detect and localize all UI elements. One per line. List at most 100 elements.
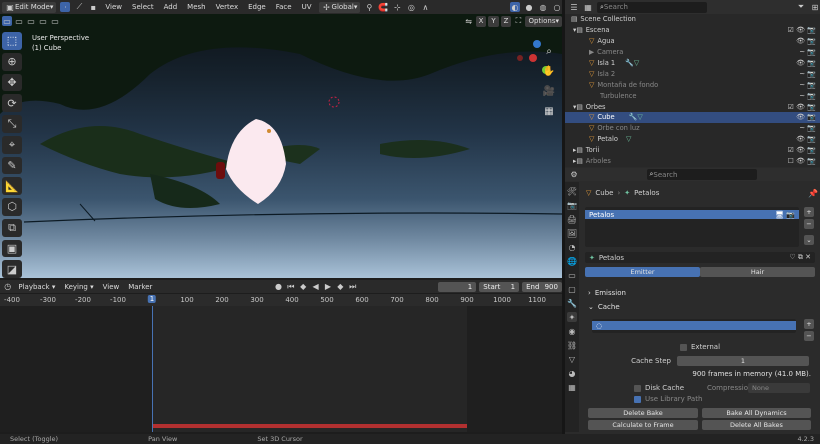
row-toggles[interactable]: ~ 📷 [799,48,816,56]
visibility-icons[interactable]: 🖥 📷 [775,211,795,219]
outliner-row-orbes[interactable]: ▾ ▤ Orbes ☑ 👁 📷 [565,101,820,112]
bake-all-dynamics-button[interactable]: Bake All Dynamics [702,408,811,418]
cache-list[interactable]: ◌ [592,319,796,333]
end-frame-field[interactable]: End 900 [522,281,562,292]
overlay-icon[interactable]: ◐ [510,2,520,12]
row-toggles[interactable]: ~ 📷 [799,81,816,89]
timeline-area[interactable] [0,306,562,432]
falloff-icon[interactable]: ∧ [420,2,430,12]
menu-marker[interactable]: Marker [125,283,155,291]
output-tab-icon[interactable]: 🖨 [567,214,577,224]
snap-target-icon[interactable]: ⊹ [392,2,402,12]
measure-tool-icon[interactable]: 📐 [2,177,22,195]
remove-slot-button[interactable]: − [804,219,814,229]
menu-face[interactable]: Face [273,3,295,11]
row-toggles[interactable]: ☑ 👁 📷 [788,26,816,34]
snap-icon[interactable]: 🧲 [378,2,388,12]
play-reverse-icon[interactable]: ◀ [311,282,320,292]
outliner-row-petalo[interactable]: ▽ Petalo ▽ 👁 📷 [565,134,820,145]
delete-all-bakes-button[interactable]: Delete All Bakes [702,420,811,430]
area-divider[interactable] [562,0,565,434]
outliner-row-torii[interactable]: ▸ ▤ Torii ☑ 👁 📷 [565,145,820,156]
transform-tool-icon[interactable]: ⌖ [2,135,22,154]
timeline-ruler[interactable]: -400 -300 -200 -100 1 100 200 300 400 50… [0,294,562,306]
outliner-search-input[interactable]: ⌕ Search [597,1,707,13]
tab-hair[interactable]: Hair [700,267,815,277]
scene-tab-icon[interactable]: ◔ [567,242,577,252]
row-toggles[interactable]: ~ 📷 [799,70,816,78]
scale-tool-icon[interactable]: ⤡ [2,115,22,133]
filter-icon[interactable]: ⏷ [796,2,806,12]
external-checkbox[interactable] [680,343,687,351]
particle-system-list[interactable]: Petalos 🖥 📷 [585,207,799,247]
row-toggles[interactable]: 👁 📷 [796,59,816,67]
bevel-tool-icon[interactable]: ◪ [2,260,22,278]
shading-solid-icon[interactable]: ● [524,2,534,12]
next-key-icon[interactable]: ◆ [336,282,345,292]
clock-icon[interactable]: ◷ [3,282,12,292]
options-dropdown[interactable]: Options ▾ [525,15,562,27]
menu-mesh[interactable]: Mesh [184,3,208,11]
add-cube-tool-icon[interactable]: ⬡ [2,198,22,216]
menu-add[interactable]: Add [161,3,181,11]
row-toggles[interactable]: ☐ 👁 📷 [788,157,816,165]
outliner-editor-icon[interactable]: ☰ [569,2,579,12]
outliner-row-cube[interactable]: ▽ Cube 🔧▽ 👁 📷 [565,112,820,123]
move-tool-icon[interactable]: ✥ [2,73,22,92]
axis-y-toggle[interactable]: Y [488,15,499,27]
menu-view[interactable]: View [102,3,125,11]
menu-uv[interactable]: UV [299,3,315,11]
mode-dropdown[interactable]: ▣ Edit Mode ▾ [2,1,57,13]
menu-view[interactable]: View [100,283,123,291]
properties-editor-icon[interactable]: ⚙ [569,170,579,180]
tool-tab-icon[interactable]: 🛠 [567,186,577,196]
jump-end-icon[interactable]: ⏭ [348,282,357,292]
shading-material-icon[interactable]: ◍ [538,2,548,12]
vertex-select-icon[interactable]: · [60,2,71,12]
extrude-tool-icon[interactable]: ⧉ [2,218,22,237]
axis-x-toggle[interactable]: X [475,15,487,27]
axis-z-toggle[interactable]: Z [500,15,512,27]
jump-start-icon[interactable]: ⏮ [286,282,295,292]
row-toggles[interactable]: ☑ 👁 📷 [788,146,816,154]
constraints-tab-icon[interactable]: ⛓ [567,340,577,350]
pan-hand-icon[interactable]: ✋ [542,64,556,78]
rotate-tool-icon[interactable]: ⟳ [2,94,22,112]
outliner-row-scene-collection[interactable]: ▤ Scene Collection [565,14,820,25]
tab-emitter[interactable]: Emitter [585,267,700,277]
row-toggles[interactable]: 👁 📷 [796,37,816,45]
object-tab-icon[interactable]: ▢ [567,284,577,294]
menu-edge[interactable]: Edge [245,3,269,11]
texture-tab-icon[interactable]: ▦ [567,382,577,392]
outliner-row-montana[interactable]: ▽ Montaña de fondo ~ 📷 [565,79,820,90]
render-tab-icon[interactable]: 📷 [567,200,577,210]
material-tab-icon[interactable]: ◕ [567,368,577,378]
row-toggles[interactable]: 👁 📷 [796,113,816,121]
prev-key-icon[interactable]: ◆ [299,282,308,292]
camera-view-icon[interactable]: 🎥 [542,84,556,98]
annotate-tool-icon[interactable]: ✎ [2,156,22,175]
select-extend-icon[interactable]: ▭ [14,16,24,26]
outliner-row-isla-2[interactable]: ▽ Isla 2 ~ 📷 [565,68,820,79]
outliner-row-orbe-con-luz[interactable]: ▽ Orbe con luz ~ 📷 [565,123,820,134]
disk-cache-toggle[interactable]: Disk Cache [634,384,684,392]
perspective-toggle-icon[interactable]: ▦ [542,104,556,118]
select-subtract-icon[interactable]: ▭ [26,16,36,26]
collection-tab-icon[interactable]: ▭ [567,270,577,280]
section-cache[interactable]: ⌄ Cache [585,301,815,313]
list-item-selected[interactable]: Petalos 🖥 📷 [585,210,799,219]
external-toggle[interactable]: External [680,343,720,351]
remove-cache-button[interactable]: − [804,331,814,341]
disk-cache-checkbox[interactable] [634,384,641,392]
particles-tab-icon[interactable]: ✦ [567,312,577,322]
select-intersect-icon[interactable]: ▭ [50,16,60,26]
calculate-to-frame-button[interactable]: Calculate to Frame [588,420,698,430]
fake-user-icon[interactable]: ♡ ⧉ ✕ [789,253,811,262]
current-frame-field[interactable]: 1 [438,281,477,292]
add-slot-button[interactable]: + [804,207,814,217]
proportional-edit-icon[interactable]: ◎ [406,2,416,12]
outliner-row-agua[interactable]: ▽ Agua 👁 📷 [565,36,820,47]
cache-list-item[interactable]: ◌ [592,321,796,330]
outliner-row-escena[interactable]: ▾ ▤ Escena ☑ 👁 📷 [565,25,820,36]
menu-keying[interactable]: Keying ▾ [61,283,96,291]
